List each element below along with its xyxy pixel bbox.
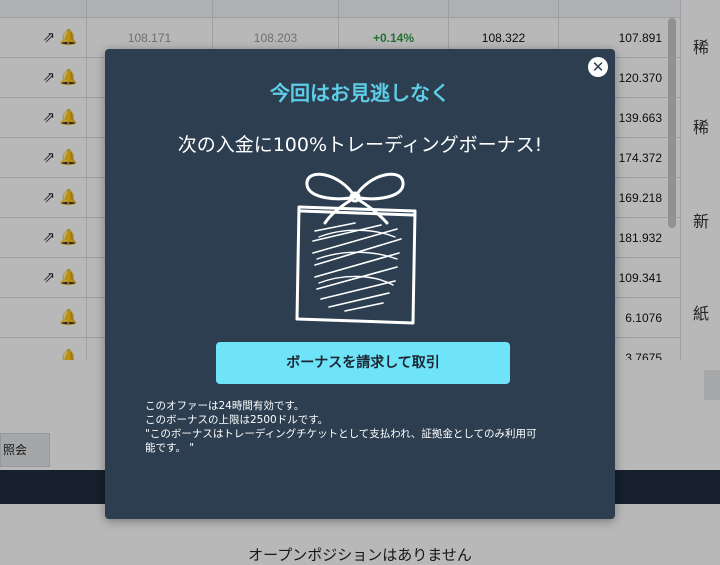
offer-terms: このオファーは24時間有効です。 このボーナスの上限は2500ドルです。 "この…: [145, 399, 585, 455]
modal-subtitle: 次の入金に100%トレーディングボーナス!: [177, 134, 543, 156]
bonus-offer-modal: ✕ 今回はお見逃しなく 次の入金に100%トレーディングボーナス! ボーナスを請…: [105, 49, 615, 519]
terms-line: このオファーは24時間有効です。: [145, 400, 305, 412]
modal-title: 今回はお見逃しなく: [270, 81, 450, 105]
terms-line: このボーナスの上限は2500ドルです。: [145, 414, 329, 426]
claim-bonus-button[interactable]: ボーナスを請求して取引: [216, 342, 510, 384]
terms-line: "このボーナスはトレーディングチケットとして支払われ、証拠金としてのみ利用可: [145, 428, 537, 440]
gift-box-icon: [295, 172, 417, 325]
close-icon[interactable]: ✕: [588, 57, 608, 77]
terms-line: 能です。 ": [145, 442, 195, 454]
